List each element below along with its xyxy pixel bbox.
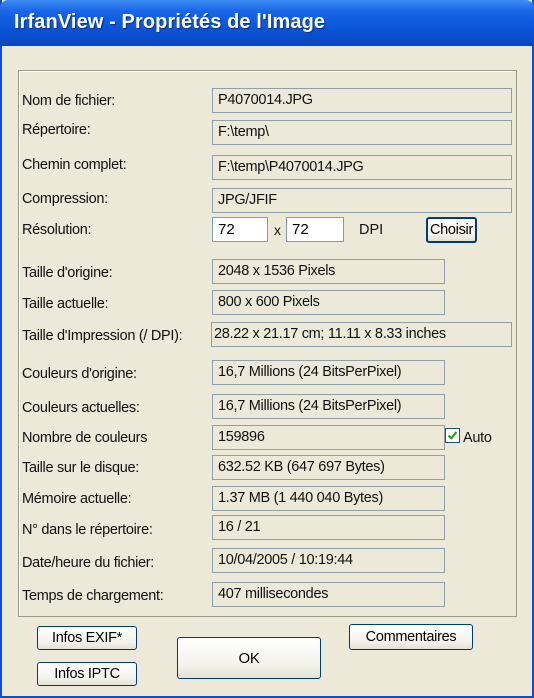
current-size-value: 800 x 600 Pixels xyxy=(212,290,445,315)
color-count-label: Nombre de couleurs xyxy=(22,430,148,446)
choose-button[interactable]: Choisir xyxy=(426,217,477,243)
print-size-value: 28.22 x 21.17 cm; 11.11 x 8.33 inches xyxy=(211,322,512,347)
original-colors-value: 16,7 Millions (24 BitsPerPixel) xyxy=(212,360,445,385)
auto-checkbox[interactable] xyxy=(445,428,460,443)
exif-info-label: Infos EXIF* xyxy=(51,630,123,646)
directory-value: F:\temp\ xyxy=(212,120,512,145)
window-title: IrfanView - Propriétés de l'Image xyxy=(14,11,326,33)
original-size-label: Taille d'origine: xyxy=(22,265,113,281)
directory-index-value: 16 / 21 xyxy=(212,515,445,540)
file-date-label: Date/heure du fichier: xyxy=(22,555,155,571)
load-time-value: 407 millisecondes xyxy=(212,582,445,607)
properties-window: IrfanView - Propriétés de l'Image Nom de… xyxy=(0,0,534,698)
original-colors-label: Couleurs d'origine: xyxy=(22,366,137,382)
ok-button[interactable]: OK xyxy=(177,637,321,679)
resolution-separator: x xyxy=(274,222,281,238)
print-size-label: Taille d'Impression (/ DPI): xyxy=(22,328,183,344)
filename-label: Nom de fichier: xyxy=(22,93,116,109)
current-size-label: Taille actuelle: xyxy=(22,296,109,312)
original-size-value: 2048 x 1536 Pixels xyxy=(212,259,445,284)
comments-label: Commentaires xyxy=(365,629,457,645)
compression-label: Compression: xyxy=(22,191,108,207)
disk-size-value: 632.52 KB (647 697 Bytes) xyxy=(212,455,445,480)
current-memory-label: Mémoire actuelle: xyxy=(22,491,132,507)
iptc-info-button[interactable]: Infos IPTC xyxy=(37,662,137,686)
exif-info-button[interactable]: Infos EXIF* xyxy=(37,626,137,650)
iptc-info-label: Infos IPTC xyxy=(54,666,120,682)
current-colors-label: Couleurs actuelles: xyxy=(22,400,140,416)
filename-value: P4070014.JPG xyxy=(212,88,512,113)
file-date-value: 10/04/2005 / 10:19:44 xyxy=(212,548,445,573)
current-memory-value: 1.37 MB (1 440 040 Bytes) xyxy=(212,486,445,511)
resolution-label: Résolution: xyxy=(22,222,92,238)
color-count-value: 159896 xyxy=(212,425,445,450)
resolution-unit: DPI xyxy=(359,222,384,238)
resolution-x-input[interactable]: 72 xyxy=(212,217,268,242)
auto-label: Auto xyxy=(463,430,492,446)
disk-size-label: Taille sur le disque: xyxy=(22,460,140,476)
ok-label: OK xyxy=(238,649,260,667)
load-time-label: Temps de chargement: xyxy=(22,588,164,604)
full-path-label: Chemin complet: xyxy=(22,157,127,173)
checkmark-icon xyxy=(447,431,458,440)
title-bar[interactable]: IrfanView - Propriétés de l'Image xyxy=(0,0,534,46)
choose-button-label: Choisir xyxy=(429,222,474,238)
compression-value: JPG/JFIF xyxy=(212,188,512,213)
resolution-y-input[interactable]: 72 xyxy=(286,217,344,242)
comments-button[interactable]: Commentaires xyxy=(349,624,473,650)
directory-index-label: N° dans le répertoire: xyxy=(22,522,153,538)
current-colors-value: 16,7 Millions (24 BitsPerPixel) xyxy=(212,394,445,419)
full-path-value: F:\temp\P4070014.JPG xyxy=(212,155,512,180)
directory-label: Répertoire: xyxy=(22,122,91,138)
